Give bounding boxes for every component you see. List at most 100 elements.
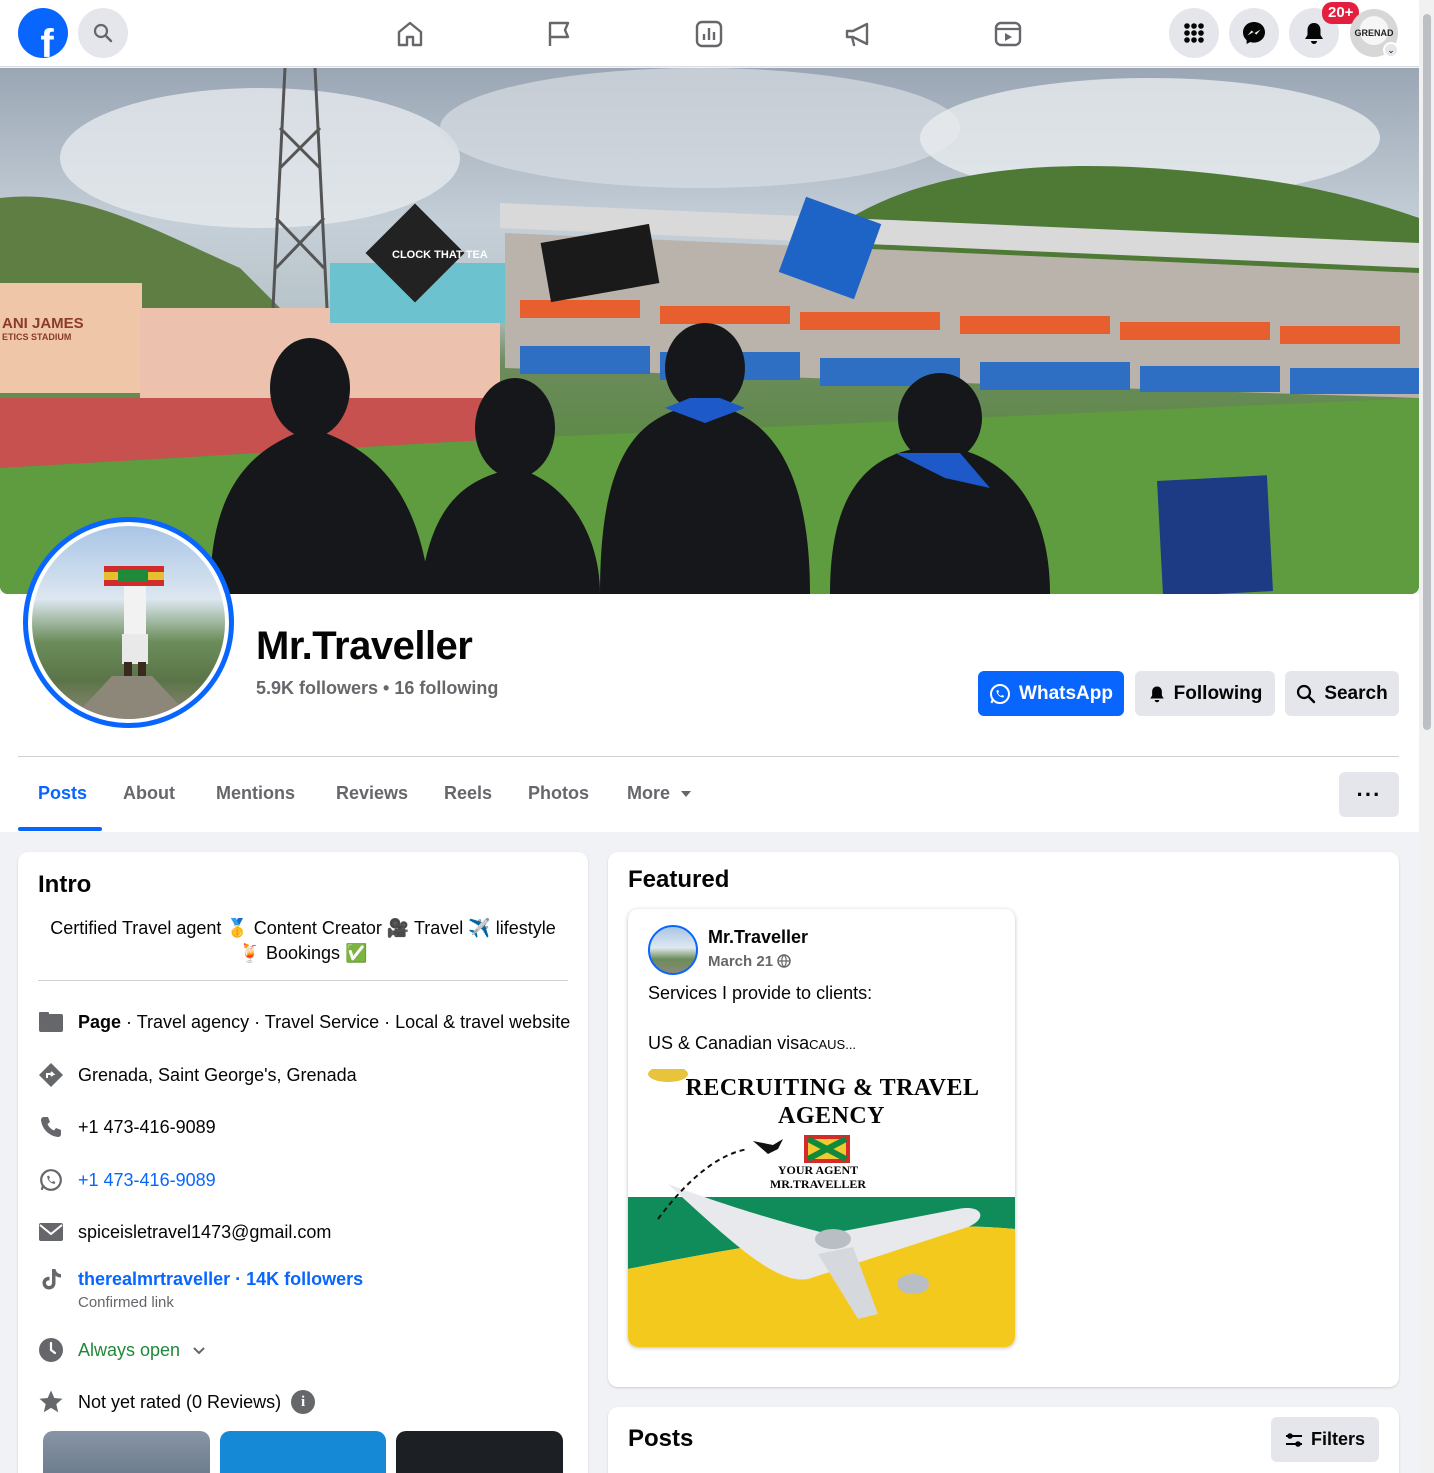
image-text-line-1: RECRUITING & TRAVEL: [685, 1075, 980, 1101]
posts-title: Posts: [628, 1425, 694, 1452]
globe-icon: [777, 954, 791, 968]
clock-icon: [39, 1338, 63, 1362]
following-button[interactable]: Following: [1135, 671, 1275, 716]
directions-icon: [39, 1063, 63, 1087]
intro-title: Intro: [38, 871, 92, 898]
search-page-button[interactable]: Search: [1285, 671, 1399, 716]
intro-whatsapp: +1 473-416-9089: [38, 1167, 216, 1193]
tab-mentions[interactable]: Mentions: [216, 783, 295, 804]
post-text-line-1: Services I provide to clients:: [648, 983, 873, 1003]
tiktok-link[interactable]: therealmrtraveller · 14K followers: [78, 1269, 363, 1290]
whatsapp-link[interactable]: +1 473-416-9089: [78, 1170, 216, 1191]
info-icon[interactable]: i: [291, 1390, 316, 1414]
intro-divider: [38, 980, 568, 981]
phone-icon: [41, 1117, 61, 1137]
following-button-label: Following: [1173, 682, 1263, 704]
profile-picture[interactable]: [23, 517, 234, 728]
tab-reviews[interactable]: Reviews: [336, 783, 408, 804]
intro-bio-line-2: 🍹 Bookings ✅: [238, 943, 368, 963]
image-text-line-4: MR.TRAVELLER: [769, 1177, 867, 1191]
header-divider: [18, 756, 1399, 757]
search-button-label: Search: [1324, 682, 1388, 704]
whatsapp-button-label: WhatsApp: [1019, 682, 1113, 704]
folder-icon: [39, 1012, 63, 1032]
featured-post[interactable]: Mr.Traveller March 21 Services I provide…: [628, 909, 1015, 1347]
cover-photo-illustration: ANI JAMES ETICS STADIUM CLOCK THAT TEA: [0, 68, 1419, 594]
tab-about[interactable]: About: [123, 783, 175, 804]
email-text[interactable]: spiceisletravel1473@gmail.com: [78, 1222, 331, 1243]
tiktok-icon: [42, 1269, 61, 1290]
page-scrollbar-thumb[interactable]: [1423, 14, 1431, 730]
email-icon: [39, 1223, 63, 1241]
nav-ads-button[interactable]: [836, 12, 880, 56]
stadium-sign-text-1: ANI JAMES: [2, 315, 84, 332]
cap-text: CLOCK THAT TEA: [392, 249, 488, 261]
menu-button[interactable]: [1169, 8, 1219, 58]
image-text-line-2: AGENCY: [777, 1103, 885, 1129]
reels-icon: [994, 21, 1022, 47]
whatsapp-button[interactable]: WhatsApp: [978, 671, 1124, 716]
image-text-line-3: YOUR AGENT: [777, 1163, 859, 1177]
intro-photo-thumbnail[interactable]: [43, 1431, 210, 1473]
post-image[interactable]: RECRUITING & TRAVEL AGENCY YOUR AGENT MR…: [628, 1069, 1015, 1347]
active-tab-indicator: [18, 827, 102, 831]
post-text-line-2: US & Canadian visaCAUS...: [648, 1033, 856, 1054]
facebook-logo-icon[interactable]: f: [18, 8, 68, 58]
nav-reels-button[interactable]: [986, 12, 1030, 56]
post-text-truncated: CAUS...: [809, 1037, 857, 1052]
nav-pages-button[interactable]: [537, 12, 581, 56]
tab-more[interactable]: More: [627, 783, 692, 804]
caret-down-icon: [681, 790, 692, 797]
tab-posts[interactable]: Posts: [38, 783, 87, 804]
star-icon: [39, 1390, 63, 1413]
page-title: Mr.Traveller: [256, 624, 473, 668]
insights-icon: [695, 20, 723, 48]
chevron-down-icon: [193, 1346, 205, 1354]
top-navigation-bar: f 20+ GRENAD ⌄: [0, 0, 1419, 67]
cover-photo[interactable]: ANI JAMES ETICS STADIUM CLOCK THAT TEA: [0, 68, 1419, 594]
intro-photo-thumbnail[interactable]: [396, 1431, 563, 1473]
intro-tiktok: therealmrtraveller · 14K followers: [38, 1266, 363, 1292]
megaphone-icon: [845, 22, 869, 47]
post-date-text: March 21: [708, 953, 774, 970]
search-button[interactable]: [78, 8, 128, 58]
messenger-button[interactable]: [1229, 8, 1279, 58]
nav-home-button[interactable]: [388, 12, 432, 56]
intro-photo-thumbnail[interactable]: [220, 1431, 386, 1473]
ellipsis-icon: ···: [1356, 781, 1382, 807]
post-author-avatar[interactable]: [648, 925, 698, 975]
rating-text: Not yet rated (0 Reviews): [78, 1391, 282, 1412]
intro-page-category: Page · Travel agency · Travel Service · …: [38, 1009, 570, 1035]
intro-location: Grenada, Saint George's, Grenada: [38, 1062, 357, 1088]
filters-button[interactable]: Filters: [1271, 1417, 1379, 1462]
intro-phone: +1 473-416-9089: [38, 1114, 216, 1140]
more-options-button[interactable]: ···: [1339, 772, 1399, 817]
intro-bio: Certified Travel agent 🥇 Content Creator…: [38, 916, 568, 966]
intro-rating: Not yet rated (0 Reviews) i: [38, 1389, 316, 1415]
intro-bio-line-1: Certified Travel agent 🥇 Content Creator…: [50, 918, 556, 938]
flag-icon: [548, 21, 570, 46]
post-text-line-2-main: US & Canadian visa: [648, 1033, 810, 1053]
image-text-agent: YOUR AGENT MR.TRAVELLER: [748, 1163, 888, 1191]
page-categories: · Travel agency · Travel Service · Local…: [121, 1011, 571, 1032]
page-label: Page: [78, 1011, 122, 1032]
post-date[interactable]: March 21: [708, 953, 791, 970]
stadium-sign-text-2: ETICS STADIUM: [2, 332, 71, 342]
home-icon: [397, 21, 423, 47]
bell-icon: [1305, 23, 1323, 44]
grid-menu-icon: [1184, 23, 1204, 43]
bell-icon: [1149, 686, 1164, 702]
tab-reels[interactable]: Reels: [444, 783, 492, 804]
tiktok-confirmed-label: Confirmed link: [78, 1294, 174, 1311]
account-chevron-down-icon[interactable]: ⌄: [1383, 42, 1399, 58]
intro-email: spiceisletravel1473@gmail.com: [38, 1219, 331, 1245]
phone-text[interactable]: +1 473-416-9089: [78, 1117, 216, 1138]
whatsapp-icon: [990, 683, 1011, 704]
tab-more-label: More: [627, 783, 671, 803]
post-author-name[interactable]: Mr.Traveller: [708, 927, 808, 948]
intro-hours[interactable]: Always open: [38, 1337, 206, 1363]
hours-text: Always open: [78, 1339, 181, 1360]
nav-insights-button[interactable]: [687, 12, 731, 56]
follower-count[interactable]: 5.9K followers • 16 following: [256, 678, 498, 699]
tab-photos[interactable]: Photos: [528, 783, 589, 804]
